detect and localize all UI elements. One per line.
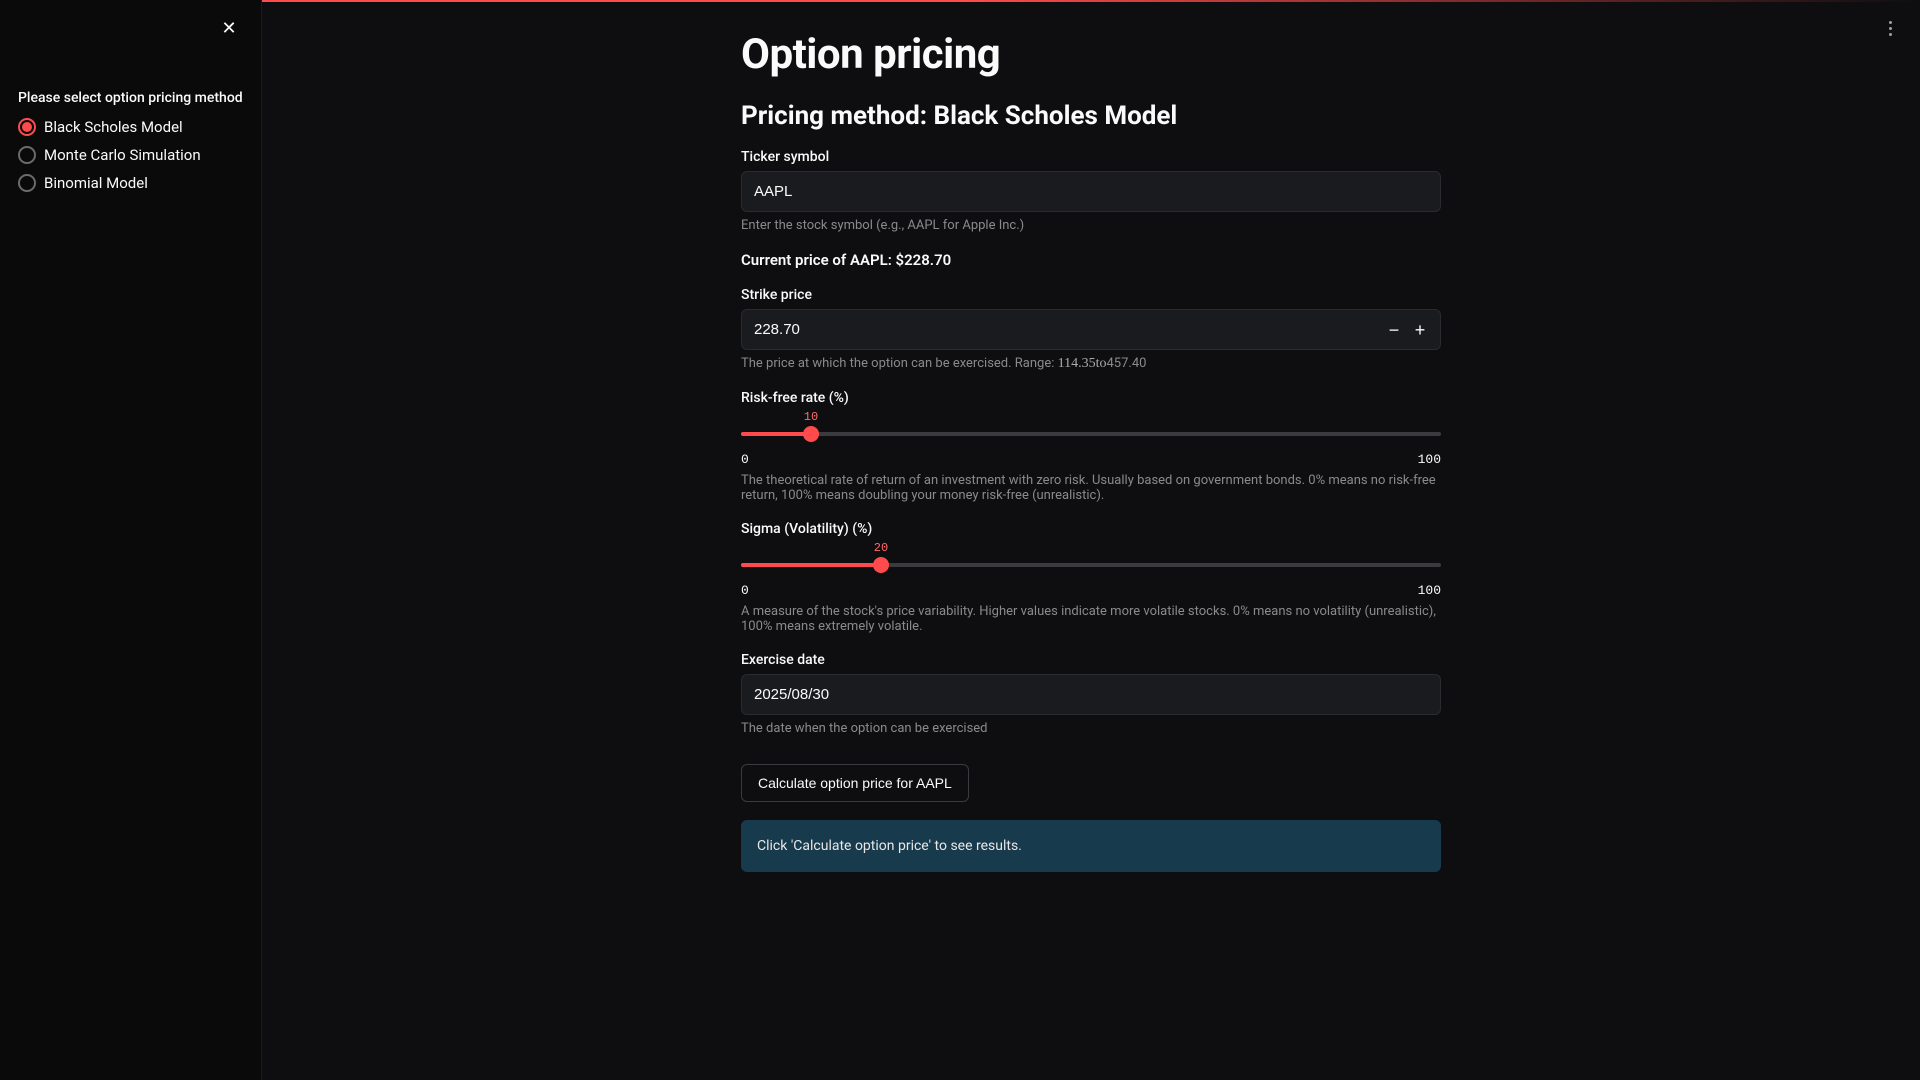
sigma-label: Sigma (Volatility) (%)	[741, 521, 1441, 537]
main-content: Option pricing Pricing method: Black Sch…	[262, 0, 1920, 1080]
radio-icon	[18, 118, 36, 136]
ticker-input[interactable]	[741, 171, 1441, 212]
radio-label: Monte Carlo Simulation	[44, 146, 201, 164]
slider-thumb[interactable]	[803, 426, 819, 442]
strike-range-mid: to	[1096, 356, 1107, 371]
kebab-menu-button[interactable]	[1878, 16, 1902, 40]
slider-min: 0	[741, 583, 749, 598]
page-title: Option pricing	[741, 30, 1441, 79]
slider-min: 0	[741, 452, 749, 467]
strike-range-low: 114.35	[1058, 356, 1096, 371]
dot-icon	[1889, 21, 1892, 24]
slider-value-label: 10	[804, 410, 818, 424]
radio-black-scholes[interactable]: Black Scholes Model	[18, 116, 243, 138]
risk-free-label: Risk-free rate (%)	[741, 390, 1441, 406]
strike-input[interactable]	[742, 310, 1382, 349]
slider-value-label: 20	[874, 541, 888, 555]
sidebar-label: Please select option pricing method	[18, 90, 243, 106]
slider-fill	[741, 563, 881, 567]
slider-max: 100	[1418, 583, 1441, 598]
sidebar: ✕ Please select option pricing method Bl…	[0, 0, 262, 1080]
radio-icon	[18, 174, 36, 192]
strike-help: The price at which the option can be exe…	[741, 356, 1441, 372]
ticker-help: Enter the stock symbol (e.g., AAPL for A…	[741, 218, 1441, 233]
strike-range-high: 457.40	[1106, 356, 1146, 371]
dot-icon	[1889, 33, 1892, 36]
radio-icon	[18, 146, 36, 164]
ticker-label: Ticker symbol	[741, 149, 1441, 165]
slider-track	[741, 432, 1441, 436]
calculate-button[interactable]: Calculate option price for AAPL	[741, 764, 969, 802]
radio-binomial[interactable]: Binomial Model	[18, 172, 243, 194]
slider-max: 100	[1418, 452, 1441, 467]
exercise-date-help: The date when the option can be exercise…	[741, 721, 1441, 736]
exercise-date-label: Exercise date	[741, 652, 1441, 668]
slider-fill	[741, 432, 811, 436]
exercise-date-input[interactable]	[741, 674, 1441, 715]
strike-decrement-button[interactable]: −	[1382, 318, 1406, 342]
strike-increment-button[interactable]: +	[1408, 318, 1432, 342]
info-box: Click 'Calculate option price' to see re…	[741, 820, 1441, 872]
risk-free-slider[interactable]: 10	[741, 414, 1441, 450]
risk-free-help: The theoretical rate of return of an inv…	[741, 473, 1441, 503]
sigma-help: A measure of the stock's price variabili…	[741, 604, 1441, 634]
sigma-slider[interactable]: 20	[741, 545, 1441, 581]
strike-help-prefix: The price at which the option can be exe…	[741, 356, 1058, 371]
current-price-text: Current price of AAPL: $228.70	[741, 251, 1441, 269]
close-icon: ✕	[221, 18, 236, 39]
pricing-method-radio-group: Black Scholes Model Monte Carlo Simulati…	[18, 116, 243, 194]
slider-thumb[interactable]	[873, 557, 889, 573]
dot-icon	[1889, 27, 1892, 30]
radio-label: Black Scholes Model	[44, 118, 183, 136]
radio-monte-carlo[interactable]: Monte Carlo Simulation	[18, 144, 243, 166]
strike-label: Strike price	[741, 287, 1441, 303]
radio-label: Binomial Model	[44, 174, 148, 192]
close-sidebar-button[interactable]: ✕	[217, 16, 241, 40]
pricing-method-subtitle: Pricing method: Black Scholes Model	[741, 101, 1441, 131]
strike-input-wrapper: − +	[741, 309, 1441, 350]
